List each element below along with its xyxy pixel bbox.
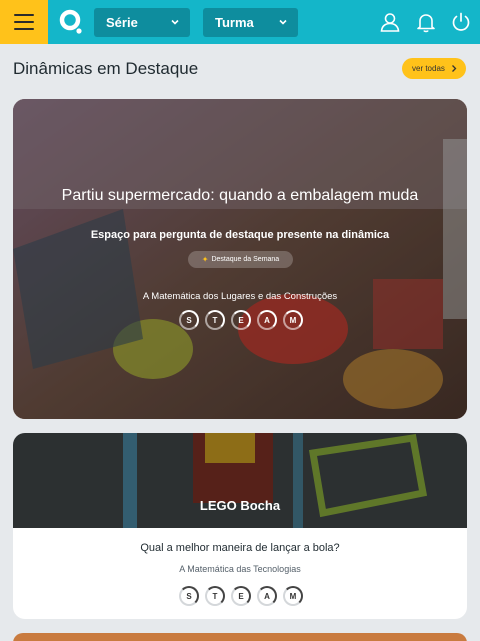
hamburger-icon-line <box>14 28 34 30</box>
chevron-right-icon <box>452 65 457 72</box>
steam-m: M <box>283 586 303 606</box>
steam-s: S <box>179 310 199 330</box>
featured-title: Partiu supermercado: quando a embalagem … <box>61 187 419 204</box>
dynamic-card-title: LEGO Bocha <box>199 498 281 513</box>
dynamic-card[interactable]: LEGO Bocha Qual a melhor maneira de lanç… <box>13 433 467 619</box>
chevron-down-icon <box>171 19 179 25</box>
featured-card[interactable]: Partiu supermercado: quando a embalagem … <box>13 99 467 419</box>
hamburger-icon-line <box>14 21 34 23</box>
dynamic-card-question: Qual a melhor maneira de lançar a bola? <box>140 542 340 554</box>
steam-indicators: S T E A M <box>179 310 303 330</box>
bell-icon[interactable] <box>415 11 437 33</box>
steam-t: T <box>205 310 225 330</box>
user-icon[interactable] <box>379 11 401 33</box>
featured-badge-label: Destaque da Semana <box>211 256 280 263</box>
turma-select[interactable]: Turma <box>203 8 298 37</box>
spark-icon: ✦ <box>201 255 209 264</box>
featured-area: A Matemática dos Lugares e das Construçõ… <box>142 291 338 302</box>
hamburger-icon <box>14 14 34 16</box>
serie-select[interactable]: Série <box>94 8 190 37</box>
chevron-down-icon <box>279 19 287 25</box>
dynamic-card-image <box>13 433 467 528</box>
featured-badge: ✦ Destaque da Semana <box>188 251 293 268</box>
turma-select-label: Turma <box>215 15 254 30</box>
steam-t: T <box>205 586 225 606</box>
top-bar: Série Turma <box>0 0 480 44</box>
serie-select-label: Série <box>106 15 138 30</box>
see-all-button[interactable]: ver todas <box>402 58 466 79</box>
section-title: Dinâmicas em Destaque <box>13 59 199 78</box>
dynamic-card-area: A Matemática das Tecnologias <box>179 564 301 574</box>
app-logo-icon[interactable] <box>59 9 83 35</box>
dynamic-card-next[interactable] <box>13 633 467 641</box>
steam-a: A <box>257 586 277 606</box>
featured-question: Espaço para pergunta de destaque present… <box>90 229 390 241</box>
see-all-label: ver todas <box>412 64 445 73</box>
menu-button[interactable] <box>0 0 48 44</box>
steam-indicators: S T E A M <box>179 586 303 606</box>
steam-m: M <box>283 310 303 330</box>
steam-e: E <box>231 586 251 606</box>
steam-s: S <box>179 586 199 606</box>
power-icon[interactable] <box>450 11 472 33</box>
steam-e: E <box>231 310 251 330</box>
steam-a: A <box>257 310 277 330</box>
